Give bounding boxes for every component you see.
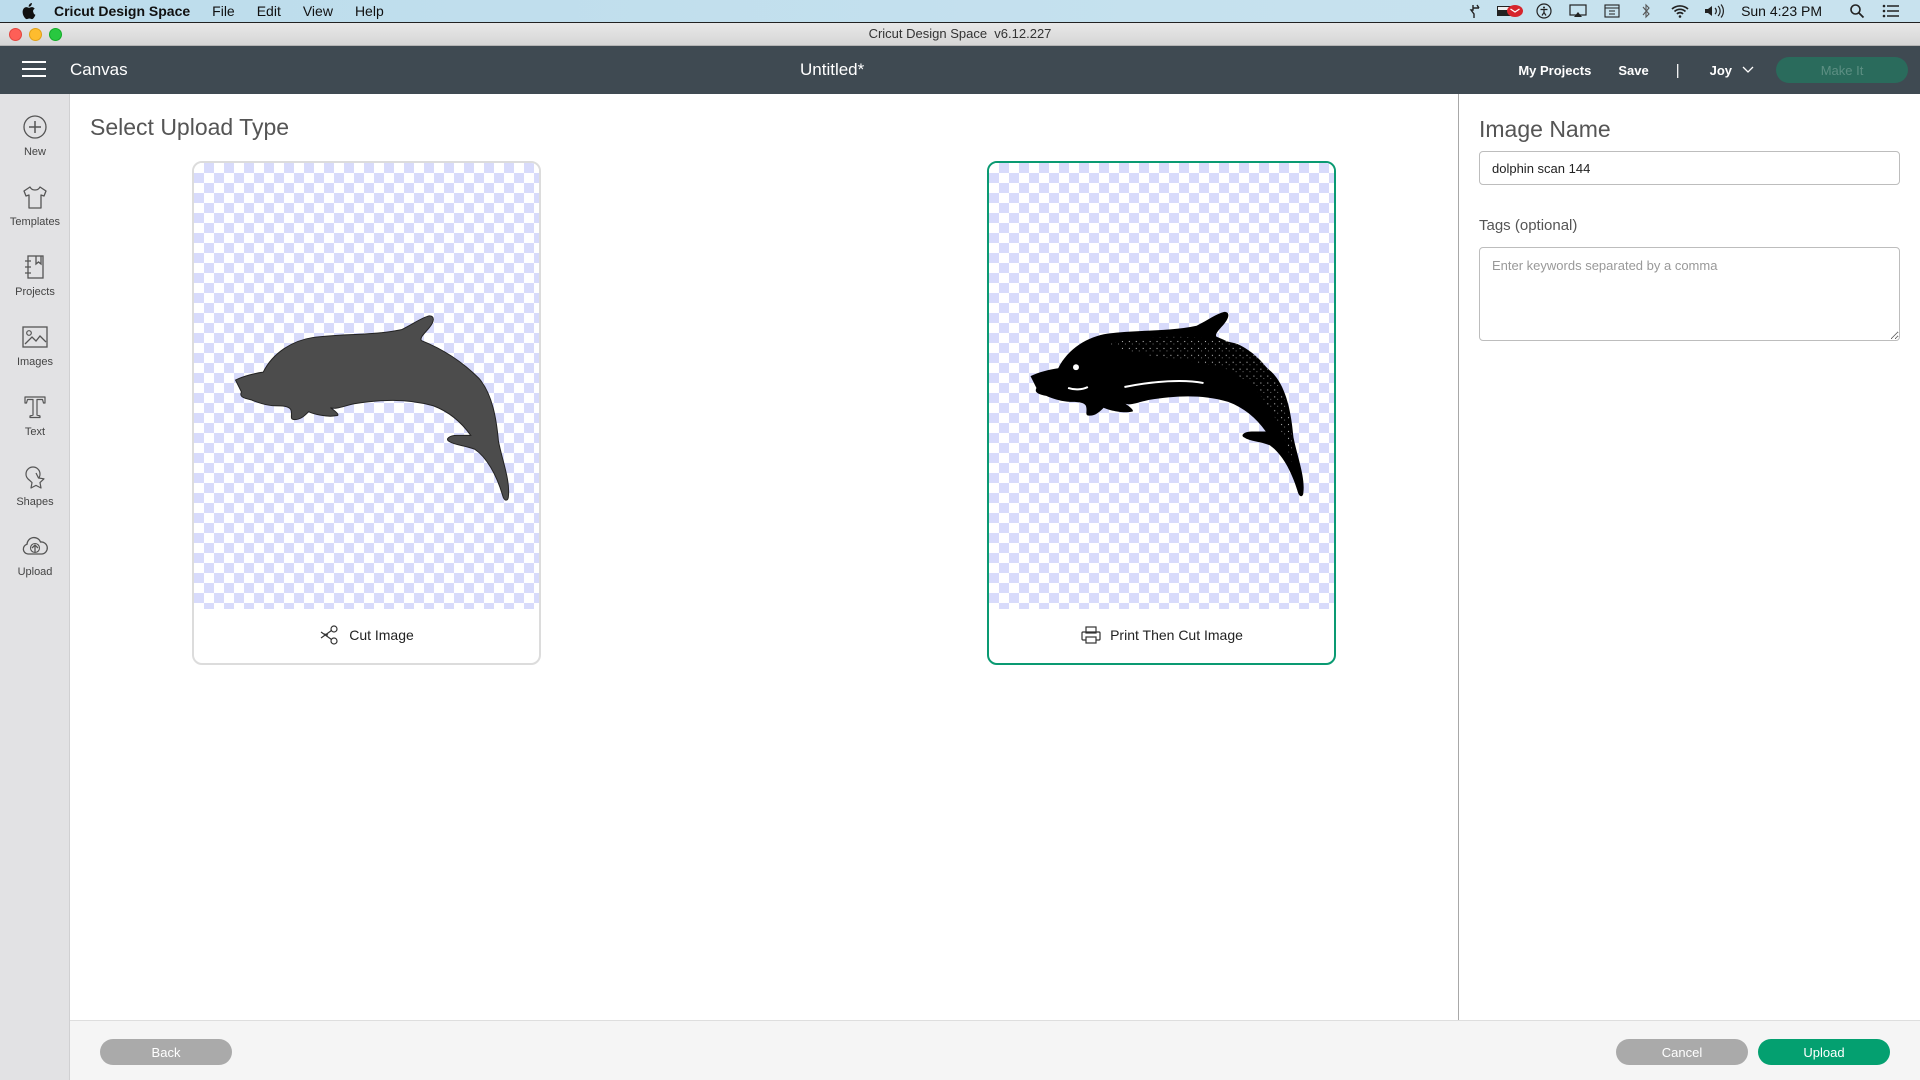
- window-title-bar: Cricut Design Space v6.12.227: [0, 22, 1920, 46]
- menu-app-name[interactable]: Cricut Design Space: [54, 3, 190, 19]
- shapes-icon: [25, 466, 45, 489]
- cut-image-preview: [194, 163, 539, 609]
- cut-image-label: Cut Image: [349, 627, 414, 643]
- app-header: Canvas Untitled* My Projects Save | Joy …: [0, 46, 1920, 94]
- dolphin-silhouette-image: [234, 315, 510, 501]
- spotlight-search-icon[interactable]: [1840, 0, 1874, 22]
- macos-menu-bar: Cricut Design Space File Edit View Help …: [0, 0, 1920, 22]
- image-details-panel: Image Name Tags (optional): [1458, 94, 1920, 1020]
- page-title: Select Upload Type: [90, 114, 290, 140]
- image-name-label: Image Name: [1479, 116, 1611, 142]
- text-icon: [24, 396, 46, 419]
- airplay-icon[interactable]: [1561, 0, 1595, 22]
- status-area: Sun 4:23 PM: [1459, 0, 1908, 22]
- user-name: Joy: [1709, 62, 1732, 78]
- hamburger-menu-icon[interactable]: [22, 61, 46, 79]
- keyboard-viewer-icon[interactable]: [1595, 0, 1629, 22]
- make-it-button[interactable]: Make It: [1776, 57, 1908, 83]
- print-then-cut-caption: Print Then Cut Image: [989, 607, 1334, 663]
- sidebar-item-text[interactable]: Text: [0, 392, 70, 452]
- menubar-clock[interactable]: Sun 4:23 PM: [1741, 3, 1822, 19]
- notebook-icon: [25, 255, 44, 279]
- tshirt-icon: [23, 186, 47, 209]
- sidebar-label: Images: [16, 356, 54, 368]
- menu-help[interactable]: Help: [355, 3, 384, 19]
- document-title: Untitled*: [800, 60, 865, 79]
- window-close-button[interactable]: [9, 28, 22, 41]
- scissors-icon: [320, 625, 338, 645]
- print-then-cut-option[interactable]: Print Then Cut Image: [987, 161, 1336, 665]
- apple-icon[interactable]: [20, 2, 38, 20]
- cloud-upload-icon: [22, 536, 48, 555]
- image-icon: [22, 326, 48, 348]
- sidebar-label: Projects: [15, 286, 55, 298]
- printer-icon: [1081, 626, 1101, 644]
- footer-bar: Back Cancel Upload: [70, 1020, 1920, 1080]
- sidebar-item-upload[interactable]: Upload: [0, 532, 70, 592]
- sidebar-item-shapes[interactable]: Shapes: [0, 462, 70, 522]
- left-sidebar: New Templates Projects Images Text Shape…: [0, 94, 70, 1080]
- save-link[interactable]: Save: [1618, 63, 1648, 78]
- menu-view[interactable]: View: [303, 3, 333, 19]
- window-title: Cricut Design Space v6.12.227: [868, 26, 1052, 41]
- my-projects-link[interactable]: My Projects: [1518, 63, 1591, 78]
- cancel-button[interactable]: Cancel: [1616, 1039, 1748, 1065]
- menu-file[interactable]: File: [212, 3, 235, 19]
- window-zoom-button[interactable]: [49, 28, 62, 41]
- sidebar-label: Templates: [9, 216, 61, 228]
- sidebar-label: New: [23, 146, 46, 158]
- upload-button[interactable]: Upload: [1758, 1039, 1890, 1065]
- image-name-input[interactable]: [1479, 151, 1900, 185]
- mail-notification-icon[interactable]: [1493, 0, 1527, 22]
- header-nav: My Projects Save | Joy Make It: [1518, 54, 1908, 86]
- sidebar-item-images[interactable]: Images: [0, 322, 70, 382]
- sidebar-item-new[interactable]: New: [0, 112, 70, 172]
- accessibility-icon[interactable]: [1527, 0, 1561, 22]
- tags-input[interactable]: [1479, 247, 1900, 341]
- volume-icon[interactable]: [1697, 0, 1731, 22]
- sidebar-label: Text: [24, 426, 46, 438]
- window-minimize-button[interactable]: [29, 28, 42, 41]
- cut-image-caption: Cut Image: [194, 607, 539, 663]
- print-then-cut-preview: [989, 163, 1334, 609]
- bluetooth-icon[interactable]: [1629, 0, 1663, 22]
- notification-center-icon[interactable]: [1874, 0, 1908, 22]
- section-title: Canvas: [70, 60, 128, 79]
- print-then-cut-label: Print Then Cut Image: [1110, 627, 1243, 643]
- sidebar-item-projects[interactable]: Projects: [0, 252, 70, 312]
- chevron-down-icon: [1742, 66, 1754, 73]
- stamp-icon[interactable]: [1459, 0, 1493, 22]
- sidebar-label: Shapes: [16, 496, 54, 508]
- wifi-icon[interactable]: [1663, 0, 1697, 22]
- plus-circle-icon: [23, 115, 47, 139]
- back-button[interactable]: Back: [100, 1039, 232, 1065]
- cut-image-option[interactable]: Cut Image: [192, 161, 541, 665]
- user-menu[interactable]: Joy: [1710, 63, 1754, 78]
- tags-label: Tags (optional): [1479, 217, 1578, 234]
- sidebar-item-templates[interactable]: Templates: [0, 182, 70, 242]
- header-separator: |: [1675, 61, 1680, 79]
- sidebar-label: Upload: [17, 566, 53, 578]
- dolphin-scan-image: [1030, 311, 1304, 497]
- upload-type-panel: Select Upload Type Cut Image Print Then …: [70, 94, 1458, 1020]
- menu-edit[interactable]: Edit: [257, 3, 281, 19]
